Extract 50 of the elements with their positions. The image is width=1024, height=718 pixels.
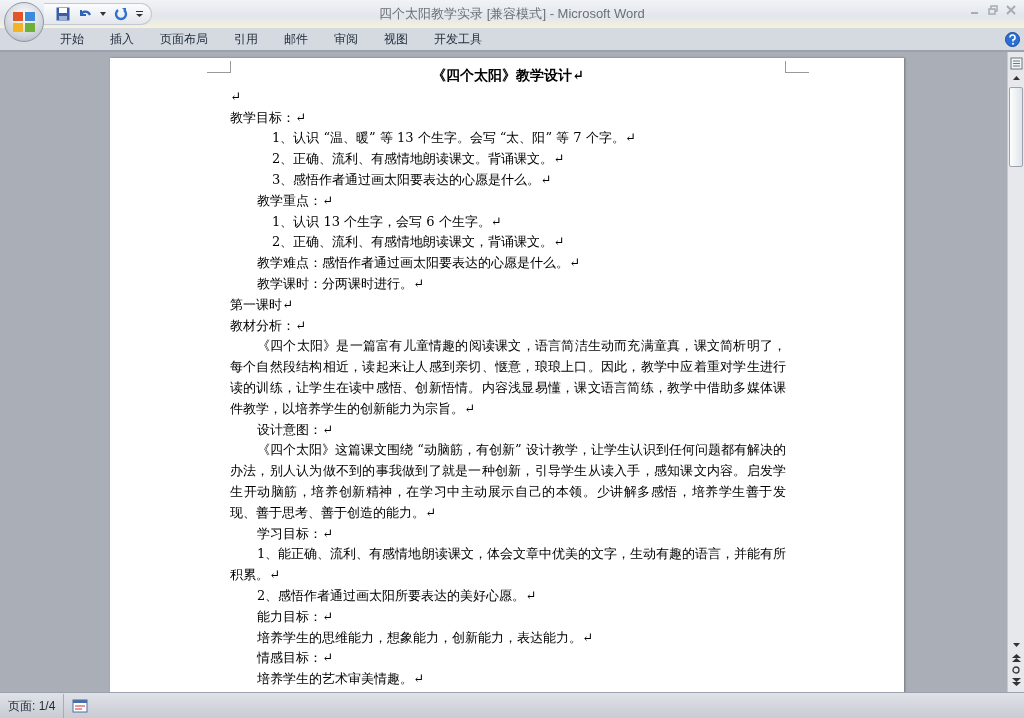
browse-object-icon[interactable]: [1012, 666, 1020, 674]
paragraph: 教学课时：分两课时进行。↵: [256, 274, 425, 293]
paragraph: 培养学生的艺术审美情趣。↵: [256, 670, 425, 689]
page-indicator[interactable]: 页面: 1/4: [0, 693, 65, 718]
list-item: 2、正确、流利、有感情地朗读课文。背诵课文。↵: [271, 150, 566, 169]
paragraph: 第一课时↵: [230, 295, 294, 314]
ribbon-tab[interactable]: 引用: [221, 28, 271, 50]
next-page-icon[interactable]: [1011, 678, 1021, 686]
paragraph: 学习目标：↵: [256, 524, 334, 543]
window-title: 四个太阳教学实录 [兼容模式] - Microsoft Word: [379, 5, 645, 24]
ruler-icon[interactable]: [1009, 57, 1023, 70]
spelling-icon[interactable]: [72, 698, 89, 713]
save-icon[interactable]: [56, 7, 70, 21]
paragraph: 设计意图：↵: [256, 420, 334, 439]
paragraph: 《四个太阳》是一篇富有儿童情趣的阅读课文，语言简洁生动而充满童真，课文简析明了，每个自然段结构相近，读起来让人感到亲切、惬意，琅琅上口。因此，教学中应着重对学生进行读的训练，让学生在读中感悟、创新悟情。内容浅显易懂，课文语言简练，教学中借助多媒体课件教学，以培养学生的创新能力为宗旨。↵: [230, 337, 786, 418]
paragraph: 教学难点：感悟作者通过画太阳要表达的心愿是什么。↵: [256, 254, 581, 273]
ribbon-tab[interactable]: 审阅: [321, 28, 371, 50]
dropdown-icon[interactable]: [100, 12, 106, 16]
paragraph: 教学重点：↵: [256, 191, 334, 210]
help-icon[interactable]: [1005, 31, 1020, 47]
paragraph: 教学目标：↵: [230, 108, 307, 127]
paragraph: 培养学生的思维能力，想象能力，创新能力，表达能力。↵: [256, 628, 594, 647]
paragraph: 教材分析：↵: [230, 316, 307, 335]
document-title: 《四个太阳》教学设计↵: [431, 66, 585, 85]
paragraph: 情感目标：↵: [256, 649, 334, 668]
customize-icon[interactable]: [136, 11, 143, 17]
paragraph: 2、感悟作者通过画太阳所要表达的美好心愿。↵: [256, 586, 538, 605]
paragraph: 1、能正确、流利、有感情地朗读课文，体会文章中优美的文字，生动有趣的语言，并能有所积累。↵: [230, 545, 786, 585]
ribbon-tab[interactable]: 页面布局: [147, 28, 221, 50]
crop-mark: [207, 61, 231, 73]
ribbon-tab[interactable]: 开发工具: [421, 28, 495, 50]
office-button[interactable]: [4, 2, 44, 42]
ribbon-tab[interactable]: 邮件: [271, 28, 321, 50]
office-logo-icon: [11, 9, 37, 35]
scroll-down-icon[interactable]: [1012, 642, 1020, 647]
paragraph: ↵: [230, 87, 242, 106]
list-item: 3、感悟作者通过画太阳要表达的心愿是什么。↵: [271, 171, 553, 189]
list-item: 2、正确、流利、有感情地朗读课文，背诵课文。↵: [271, 233, 566, 252]
list-item: 1、认识 13 个生字，会写 6 个生字。↵: [271, 212, 503, 231]
list-item: 1、认识 “温、暖” 等 13 个生字。会写 “太、阳” 等 7 个字。↵: [271, 129, 637, 148]
previous-page-icon[interactable]: [1011, 654, 1021, 662]
paragraph: 《四个太阳》这篇课文围绕 “动脑筋，有创新” 设计教学，让学生认识到任何问题都有解决的办法，别人认为做不到的事我做到了就是一种创新，引导学生从读入手，感知课文内容。启发学生开动脑筋，培养创新精神，在学习中主动展示自己的本领。少讲解多感悟，培养学生善于发现、善于思考、善于创造的能力。↵: [230, 441, 786, 522]
scroll-up-icon[interactable]: [1012, 75, 1020, 80]
redo-icon[interactable]: [114, 7, 128, 21]
crop-mark: [785, 61, 809, 73]
ribbon-tab[interactable]: 插入: [97, 28, 147, 50]
ribbon-tab[interactable]: 开始: [47, 28, 97, 50]
ribbon-tab[interactable]: 视图: [371, 28, 421, 50]
paragraph: 能力目标：↵: [256, 607, 334, 626]
scroll-thumb[interactable]: [1009, 87, 1023, 167]
